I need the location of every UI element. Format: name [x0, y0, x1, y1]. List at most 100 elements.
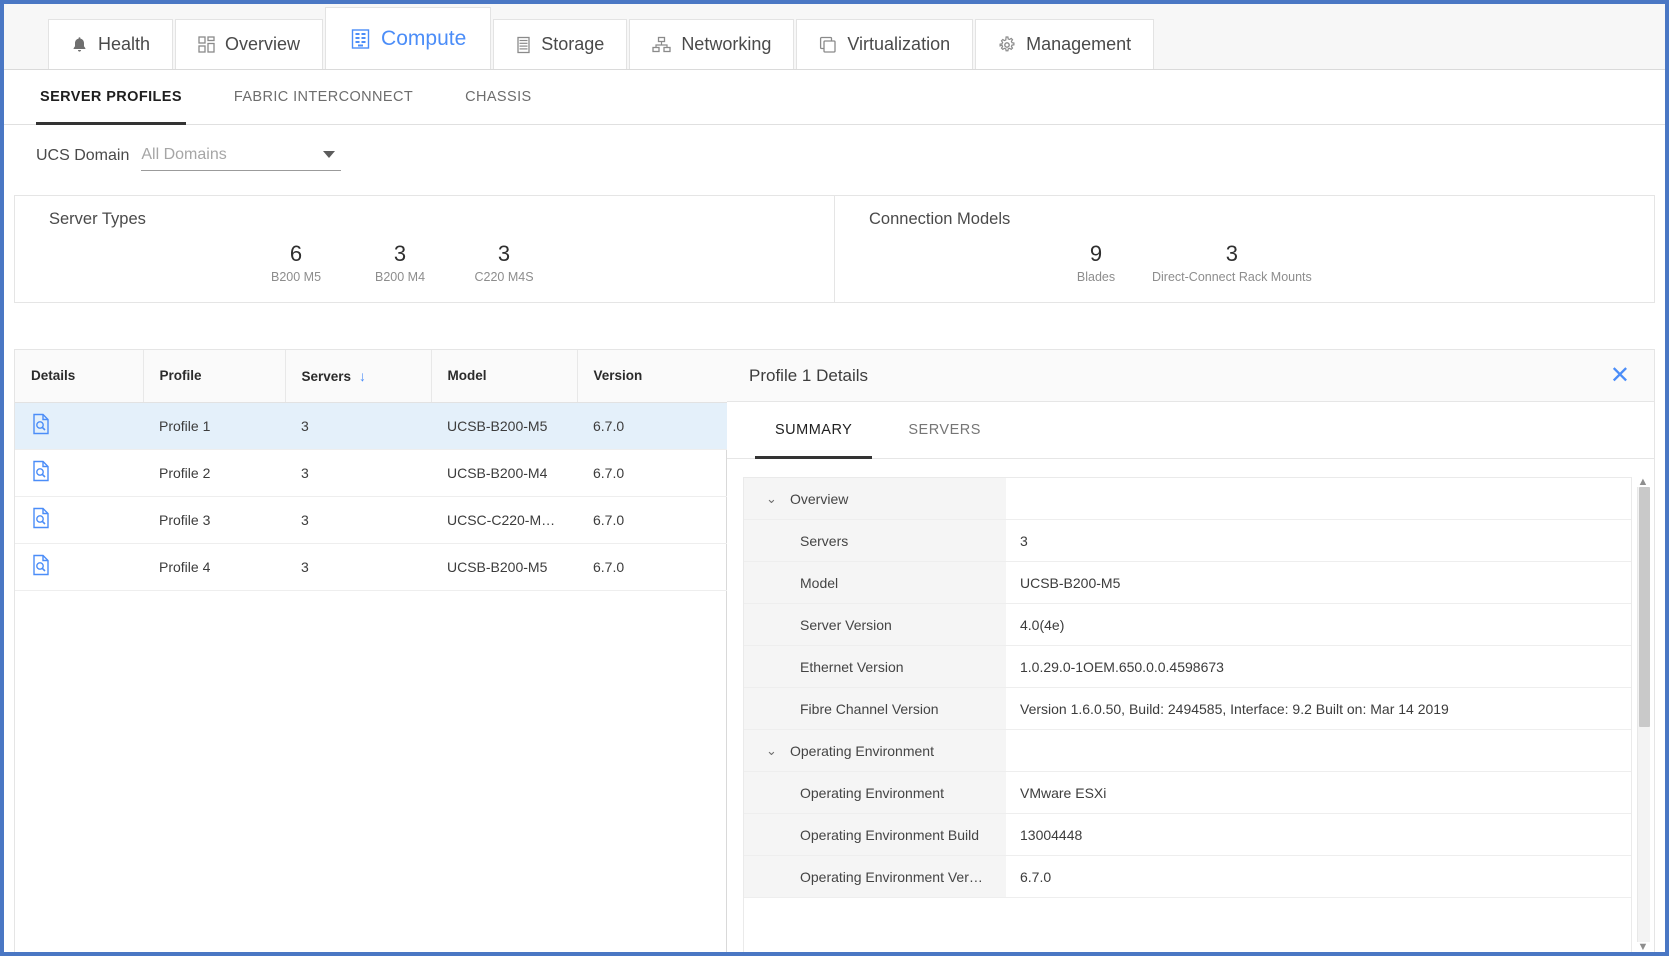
chevron-down-icon[interactable]: ⌄ — [766, 743, 777, 759]
network-tree-icon — [652, 36, 671, 54]
tab-storage[interactable]: Storage — [493, 19, 628, 69]
group-row-overview-label: Overview — [790, 490, 849, 507]
profile-details-tabs: SUMMARY SERVERS — [727, 402, 1654, 459]
chevron-down-icon[interactable]: ⌄ — [766, 491, 777, 507]
column-header-model[interactable]: Model — [431, 350, 578, 403]
gear-icon — [998, 35, 1016, 54]
tab-servers[interactable]: SERVERS — [880, 402, 1009, 458]
card-server-types-title: Server Types — [49, 210, 146, 228]
subtab-server-profiles[interactable]: SERVER PROFILES — [14, 70, 208, 125]
table-header-row: Details Profile Servers ↓ Model Version — [15, 350, 727, 403]
scroll-down-icon[interactable]: ▼ — [1638, 942, 1649, 953]
cell-details — [15, 449, 143, 497]
property-row-servers-key: Servers — [744, 520, 1006, 561]
tab-summary[interactable]: SUMMARY — [747, 402, 880, 459]
tab-storage-label: Storage — [541, 34, 605, 54]
stat-b200-m5-value: 6 — [289, 241, 303, 266]
subtab-server-profiles-label: SERVER PROFILES — [40, 89, 182, 105]
summary-scrollbar[interactable]: ▲ ▼ — [1632, 477, 1654, 952]
table-body: Profile 1 3 UCSB-B200-M5 6.7.0 Profile 2… — [15, 402, 727, 591]
cell-profile: Profile 3 — [143, 496, 285, 544]
close-icon[interactable]: ✕ — [1604, 362, 1636, 390]
property-row-operating-environment-value: VMware ESXi — [1006, 772, 1631, 813]
tab-compute-label: Compute — [381, 26, 467, 50]
profile-details-panel: Profile 1 Details ✕ SUMMARY SERVERS ⌄ Ov… — [727, 350, 1654, 952]
cell-version: 6.7.0 — [577, 402, 727, 450]
table-row[interactable]: Profile 3 3 UCSC-C220-M… 6.7.0 — [15, 496, 727, 544]
chevron-down-icon — [323, 151, 336, 158]
group-row-operating-environment[interactable]: ⌄ Operating Environment — [744, 730, 1631, 772]
cell-servers: 3 — [285, 496, 431, 544]
tab-networking-label: Networking — [681, 34, 772, 54]
profile-details-title: Profile 1 Details — [749, 365, 869, 385]
table-row[interactable]: Profile 1 3 UCSB-B200-M5 6.7.0 — [15, 402, 727, 450]
cell-profile: Profile 1 — [143, 402, 285, 450]
group-row-overview[interactable]: ⌄ Overview — [744, 478, 1631, 520]
stat-blades: 9 Blades — [1044, 241, 1148, 284]
column-header-version[interactable]: Version — [577, 350, 727, 403]
ucs-domain-select[interactable]: All Domains — [141, 142, 342, 171]
stat-blades-value: 9 — [1089, 241, 1103, 266]
grid-icon — [198, 36, 215, 53]
primary-tab-bar: Health Overview Compute Storage Networki… — [4, 4, 1665, 70]
stat-c220-m4s-value: 3 — [497, 241, 511, 266]
stat-b200-m4-value: 3 — [393, 241, 407, 266]
property-row-server-version-key: Server Version — [744, 604, 1006, 645]
card-server-types: Server Types 6 B200 M5 3 B200 M4 3 C220 … — [15, 196, 834, 302]
property-row-ethernet-version-value: 1.0.29.0-1OEM.650.0.0.4598673 — [1006, 646, 1631, 687]
column-header-servers[interactable]: Servers ↓ — [285, 350, 432, 403]
group-row-overview-value — [1006, 478, 1631, 519]
copy-windows-icon — [819, 36, 837, 54]
application-window: Health Overview Compute Storage Networki… — [0, 0, 1669, 956]
table-row[interactable]: Profile 4 3 UCSB-B200-M5 6.7.0 — [15, 543, 727, 591]
tab-virtualization[interactable]: Virtualization — [796, 19, 974, 69]
server-rack-icon — [350, 28, 371, 50]
sort-descending-icon[interactable]: ↓ — [359, 368, 366, 384]
scrollbar-thumb[interactable] — [1638, 487, 1650, 727]
property-row-fibre-channel-version: Fibre Channel Version Version 1.6.0.50, … — [744, 688, 1631, 730]
cell-details — [15, 402, 143, 450]
column-header-details-label: Details — [31, 368, 76, 384]
tab-virtualization-label: Virtualization — [847, 34, 951, 54]
column-header-profile[interactable]: Profile — [143, 350, 286, 403]
column-header-details[interactable]: Details — [15, 350, 144, 403]
property-row-operating-environment-key: Operating Environment — [744, 772, 1006, 813]
property-row-servers: Servers 3 — [744, 520, 1631, 562]
subtab-fabric-interconnect[interactable]: FABRIC INTERCONNECT — [208, 70, 439, 124]
subtab-chassis-label: CHASSIS — [465, 89, 532, 105]
profile-details-header: Profile 1 Details ✕ — [727, 350, 1654, 402]
table-row[interactable]: Profile 2 3 UCSB-B200-M4 6.7.0 — [15, 449, 727, 497]
stat-blades-label: Blades — [1076, 270, 1116, 285]
table-empty-space — [15, 590, 726, 952]
main-content: Details Profile Servers ↓ Model Version — [14, 349, 1655, 952]
property-row-fibre-channel-version-key: Fibre Channel Version — [744, 688, 1006, 729]
table-header: Details Profile Servers ↓ Model Version — [15, 350, 727, 403]
tab-health-label: Health — [98, 34, 151, 54]
stat-direct-connect-rack-mounts-value: 3 — [1225, 241, 1239, 266]
tab-management[interactable]: Management — [975, 19, 1155, 69]
stat-direct-connect-rack-mounts: 3 Direct-Connect Rack Mounts — [1148, 241, 1316, 284]
property-row-server-version: Server Version 4.0(4e) — [744, 604, 1631, 646]
server-profiles-table: Details Profile Servers ↓ Model Version — [15, 350, 727, 591]
property-row-operating-environment-version-key: Operating Environment Ver… — [744, 856, 1006, 897]
subtab-fabric-interconnect-label: FABRIC INTERCONNECT — [233, 89, 414, 105]
scroll-up-icon[interactable]: ▲ — [1638, 477, 1649, 488]
tab-compute[interactable]: Compute — [325, 7, 492, 69]
subtab-chassis[interactable]: CHASSIS — [439, 70, 557, 124]
document-search-icon[interactable] — [31, 413, 51, 438]
tab-overview-label: Overview — [225, 34, 301, 54]
tab-networking[interactable]: Networking — [629, 19, 795, 69]
document-search-icon[interactable] — [31, 507, 51, 532]
document-search-icon[interactable] — [31, 460, 51, 485]
cell-version: 6.7.0 — [577, 543, 727, 591]
document-search-icon[interactable] — [31, 554, 51, 579]
tab-health[interactable]: Health — [48, 19, 174, 69]
bell-icon — [71, 36, 88, 54]
property-row-model-key: Model — [744, 562, 1006, 603]
stat-b200-m4: 3 B200 M4 — [348, 241, 452, 284]
tab-overview[interactable]: Overview — [175, 19, 324, 69]
scrollbar-track[interactable] — [1636, 487, 1650, 942]
secondary-tab-bar: SERVER PROFILES FABRIC INTERCONNECT CHAS… — [4, 70, 1665, 125]
group-row-overview-key: ⌄ Overview — [744, 478, 1006, 519]
stat-direct-connect-rack-mounts-label: Direct-Connect Rack Mounts — [1152, 270, 1312, 285]
